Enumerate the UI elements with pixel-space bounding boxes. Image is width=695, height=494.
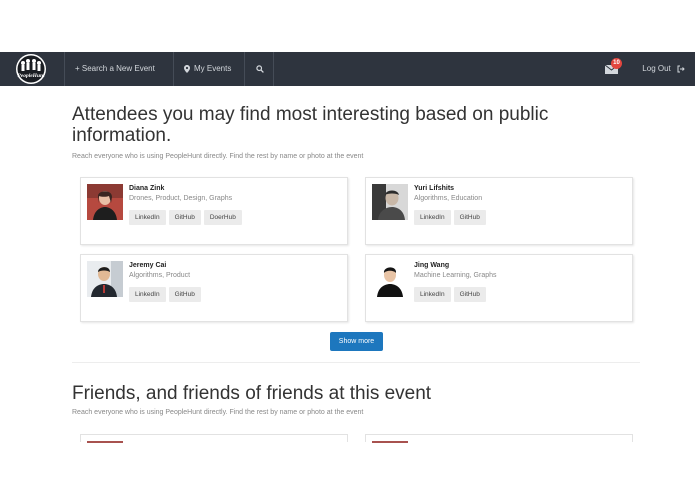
github-button[interactable]: GitHub: [168, 287, 201, 302]
attendee-card: Diana Zink Drones, Product, Design, Grap…: [80, 177, 348, 245]
section-heading-friends: Friends, and friends of friends at this …: [72, 383, 432, 404]
avatar[interactable]: [372, 184, 408, 220]
github-button[interactable]: GitHub: [453, 210, 486, 225]
doerhub-button[interactable]: DoerHub: [203, 210, 242, 225]
github-button[interactable]: GitHub: [453, 287, 486, 302]
peoplehunt-logo[interactable]: PeopleHunt: [11, 52, 51, 86]
attendee-tags: Machine Learning, Graphs: [414, 272, 497, 279]
friend-card: [365, 434, 633, 443]
logout-icon: [677, 65, 685, 73]
map-pin-icon: [184, 64, 190, 73]
avatar[interactable]: [87, 441, 123, 443]
linkedin-button[interactable]: LinkedIn: [414, 287, 451, 302]
avatar[interactable]: [87, 184, 123, 220]
attendee-tags: Algorithms, Education: [414, 195, 483, 202]
linkedin-button[interactable]: LinkedIn: [414, 210, 451, 225]
top-navbar: PeopleHunt + Search a New Event My Event…: [0, 52, 695, 86]
my-events-link[interactable]: My Events: [173, 52, 241, 86]
attendee-name[interactable]: Diana Zink: [129, 185, 164, 192]
attendee-tags: Drones, Product, Design, Graphs: [129, 195, 233, 202]
linkedin-button[interactable]: LinkedIn: [129, 287, 166, 302]
attendee-name[interactable]: Jeremy Cai: [129, 262, 166, 269]
heading-line-1: Attendees you may find most interesting …: [72, 104, 549, 125]
attendee-card: Yuri Lifshits Algorithms, Education Link…: [365, 177, 633, 245]
avatar[interactable]: [87, 261, 123, 297]
attendee-card: Jing Wang Machine Learning, Graphs Linke…: [365, 254, 633, 322]
attendee-name[interactable]: Yuri Lifshits: [414, 185, 454, 192]
logout-label: Log Out: [642, 64, 671, 73]
logout-link[interactable]: Log Out: [642, 52, 685, 86]
nav-search-button[interactable]: [244, 52, 274, 86]
github-button[interactable]: GitHub: [168, 210, 201, 225]
heading-line-2: information.: [72, 125, 172, 146]
section-divider: [72, 362, 640, 363]
linkedin-button[interactable]: LinkedIn: [129, 210, 166, 225]
avatar[interactable]: [372, 261, 408, 297]
my-events-label: My Events: [194, 64, 232, 73]
show-more-button[interactable]: Show more: [330, 332, 383, 351]
attendee-tags: Algorithms, Product: [129, 272, 191, 279]
friend-card: [80, 434, 348, 443]
mail-badge: 10: [611, 58, 622, 69]
logo-text: PeopleHunt: [17, 73, 45, 79]
section-subtext-friends: Reach everyone who is using PeopleHunt d…: [72, 409, 364, 416]
attendee-card: Jeremy Cai Algorithms, Product LinkedIn …: [80, 254, 348, 322]
attendee-name[interactable]: Jing Wang: [414, 262, 449, 269]
search-icon: [256, 65, 264, 73]
section-subtext-attendees: Reach everyone who is using PeopleHunt d…: [72, 153, 364, 160]
avatar[interactable]: [372, 441, 408, 443]
section-heading-attendees: Attendees you may find most interesting …: [72, 104, 548, 146]
search-new-event-link[interactable]: + Search a New Event: [64, 52, 165, 86]
